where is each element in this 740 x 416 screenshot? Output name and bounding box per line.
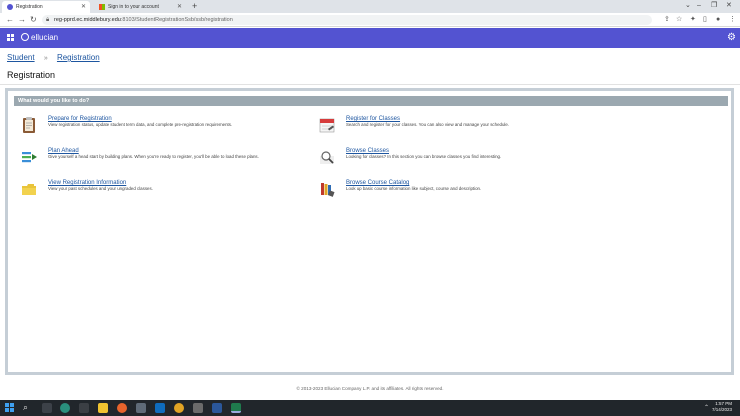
windows-taskbar: ⌕ ⌃ 1:57 PM 7/14/2023 bbox=[0, 400, 740, 416]
close-window-button[interactable]: ✕ bbox=[726, 0, 732, 12]
windows-start-icon[interactable] bbox=[5, 403, 14, 412]
close-tab-icon[interactable]: ✕ bbox=[177, 1, 182, 13]
taskbar-clock[interactable]: 1:57 PM 7/14/2023 bbox=[712, 401, 732, 413]
breadcrumb-registration-link[interactable]: Registration bbox=[57, 53, 100, 62]
ellucian-logo[interactable]: ellucian bbox=[21, 32, 58, 43]
sidebar-icon[interactable]: ▯ bbox=[703, 15, 707, 25]
browser-toolbar: ← → ↻ 🔒︎ reg-pprd.ec.middlebury.edu:8103… bbox=[0, 13, 740, 27]
option-browse-course-catalog[interactable]: Browse Course Catalog Look up basic cour… bbox=[318, 180, 608, 204]
outlook-icon[interactable] bbox=[155, 403, 165, 413]
registration-panel: What would you like to do? Prepare for R… bbox=[5, 88, 734, 375]
magnifier-icon bbox=[320, 151, 334, 164]
profile-icon[interactable]: ● bbox=[716, 15, 720, 25]
breadcrumb: Student » Registration bbox=[7, 53, 100, 64]
close-tab-icon[interactable]: ✕ bbox=[81, 1, 86, 13]
ellucian-logo-icon bbox=[21, 33, 29, 41]
plan-list-icon bbox=[22, 152, 37, 163]
brand-name: ellucian bbox=[31, 33, 59, 42]
option-browse-classes[interactable]: Browse Classes Looking for classes? In t… bbox=[318, 148, 608, 172]
divider bbox=[0, 84, 740, 85]
gear-icon[interactable]: ⚙ bbox=[727, 31, 736, 44]
chrome-icon[interactable] bbox=[174, 403, 184, 413]
panel-header: What would you like to do? bbox=[14, 96, 728, 106]
share-icon[interactable]: ⇪ bbox=[664, 15, 670, 25]
network-icon[interactable]: ⌃ bbox=[704, 403, 709, 413]
tab-title: Sign in to your account bbox=[108, 4, 159, 10]
option-description: Give yourself a head start by building p… bbox=[48, 154, 259, 159]
new-tab-button[interactable]: + bbox=[192, 0, 197, 13]
option-description: View registration status, update student… bbox=[48, 122, 233, 127]
page-title: Registration bbox=[7, 70, 56, 80]
settings-icon[interactable] bbox=[193, 403, 203, 413]
app-icon[interactable] bbox=[136, 403, 146, 413]
lock-icon: 🔒︎ bbox=[46, 17, 50, 23]
clipboard-icon bbox=[23, 117, 35, 133]
breadcrumb-student-link[interactable]: Student bbox=[7, 53, 35, 62]
bookmark-star-icon[interactable]: ☆ bbox=[676, 15, 682, 25]
search-icon[interactable]: ⌕ bbox=[23, 402, 28, 413]
tab-registration[interactable]: Registration ✕ bbox=[2, 1, 90, 13]
books-icon bbox=[321, 183, 335, 197]
active-app-icon[interactable] bbox=[231, 403, 241, 413]
file-explorer-icon[interactable] bbox=[98, 403, 108, 413]
copyright-footer: © 2013-2023 Ellucian Company L.P. and it… bbox=[296, 386, 444, 391]
task-view-icon[interactable] bbox=[42, 403, 52, 413]
reload-button[interactable]: ↻ bbox=[30, 14, 37, 26]
option-plan-ahead[interactable]: Plan Ahead Give yourself a head start by… bbox=[20, 148, 310, 172]
store-icon[interactable] bbox=[79, 403, 89, 413]
ellucian-header: ellucian ⚙ bbox=[0, 28, 740, 48]
forward-button[interactable]: → bbox=[18, 14, 26, 26]
option-description: Look up basic course information like su… bbox=[346, 186, 482, 191]
chevron-down-icon[interactable]: ⌄ bbox=[685, 0, 691, 12]
word-icon[interactable] bbox=[212, 403, 222, 413]
extensions-icon[interactable]: ✦ bbox=[690, 15, 696, 25]
option-description: Search and register for your classes. Yo… bbox=[346, 122, 510, 127]
back-button[interactable]: ← bbox=[6, 14, 14, 26]
option-description: View your past schedules and your ungrad… bbox=[48, 186, 153, 191]
tab-title: Registration bbox=[16, 4, 43, 10]
tab-sign-in[interactable]: Sign in to your account ✕ bbox=[94, 1, 186, 13]
clock-date: 7/14/2023 bbox=[711, 407, 732, 412]
calendar-icon bbox=[319, 118, 335, 133]
edge-icon[interactable] bbox=[60, 403, 70, 413]
option-prepare-registration[interactable]: Prepare for Registration View registrati… bbox=[20, 116, 310, 140]
option-description: Looking for classes? In this section you… bbox=[346, 154, 502, 159]
minimize-button[interactable]: – bbox=[697, 0, 701, 12]
url-path: :8103/StudentRegistrationSsb/ssb/registr… bbox=[120, 17, 233, 23]
more-menu-icon[interactable]: ⋮ bbox=[729, 15, 736, 25]
firefox-icon[interactable] bbox=[117, 403, 127, 413]
breadcrumb-separator: » bbox=[43, 55, 48, 62]
apps-grid-icon[interactable] bbox=[7, 34, 14, 41]
folder-icon bbox=[22, 184, 36, 195]
microsoft-favicon-icon bbox=[99, 4, 105, 10]
restore-button[interactable]: ❐ bbox=[711, 0, 717, 12]
browser-tab-strip: Registration ✕ Sign in to your account ✕… bbox=[0, 0, 740, 13]
address-bar[interactable]: 🔒︎ reg-pprd.ec.middlebury.edu:8103/Stude… bbox=[42, 15, 652, 25]
option-register-classes[interactable]: Register for Classes Search and register… bbox=[318, 116, 608, 140]
option-view-registration-info[interactable]: View Registration Information View your … bbox=[20, 180, 310, 204]
url-domain: reg-pprd.ec.middlebury.edu bbox=[54, 17, 121, 23]
ellucian-favicon-icon bbox=[7, 4, 13, 10]
